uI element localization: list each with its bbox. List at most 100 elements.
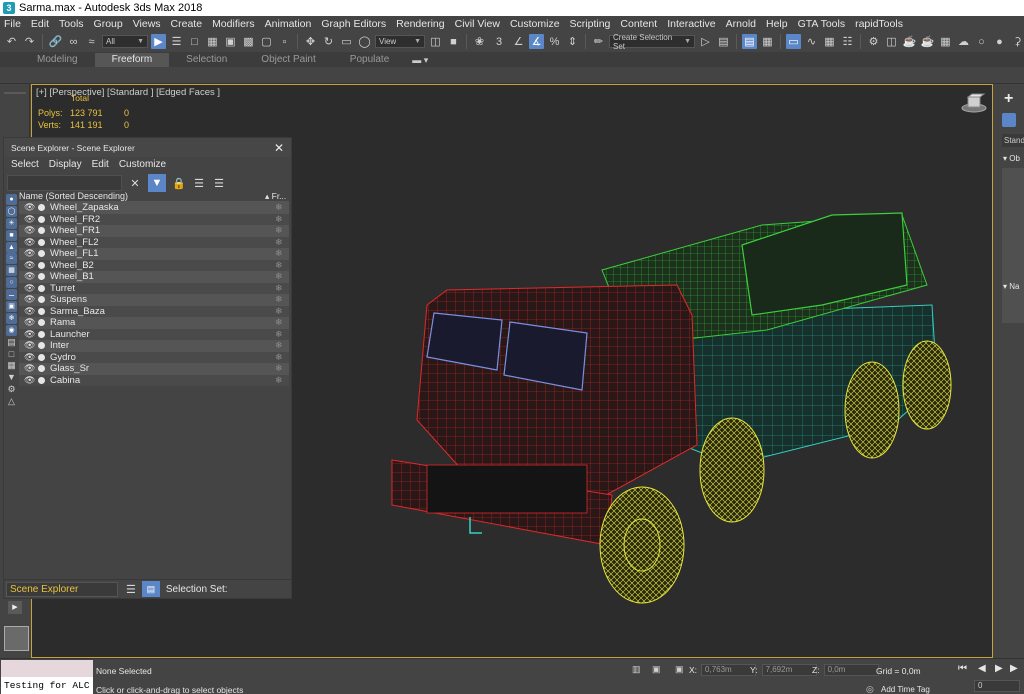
curve-editor-icon[interactable]: ∿ [804,34,819,49]
selection-filter-dropdown[interactable]: All ▼ [102,35,148,48]
lights-filter-icon[interactable]: ☀ [6,217,17,229]
isolate-selection-icon[interactable]: ▥ [632,664,641,675]
eye-icon[interactable]: 👁 [24,283,35,294]
lock-icon[interactable]: 🔒 [172,176,186,190]
eye-icon[interactable]: 👁 [24,363,35,374]
schematic-view-icon[interactable]: ▦ [822,34,837,49]
frozen-filter-icon[interactable]: ❄ [6,312,17,324]
ribbon-toggle-icon[interactable]: ▭ [786,34,801,49]
redo-icon[interactable]: ↷ [22,34,37,49]
snowflake-icon[interactable]: ❄ [275,363,289,374]
menu-create[interactable]: Create [171,18,203,30]
filter-settings-icon[interactable]: ⚙ [6,384,17,395]
list-item[interactable]: 👁 Wheel_FR1 ❄ [19,225,289,237]
cameras-filter-icon[interactable]: ■ [6,229,17,241]
menu-gta-tools[interactable]: GTA Tools [798,18,845,30]
move-icon[interactable]: ✥ [303,34,318,49]
snowflake-icon[interactable]: ❄ [275,306,289,317]
render-active-shade-icon[interactable]: ▦ [938,34,953,49]
spinner-snap-icon[interactable]: ⇕ [565,34,580,49]
hierarchy-icon[interactable]: ☰ [192,176,206,190]
display-none-icon[interactable]: □ [6,349,17,360]
paint-selection-icon[interactable]: ▣ [223,34,238,49]
list-item[interactable]: 👁 Suspens ❄ [19,294,289,306]
bind-space-warp-icon[interactable]: ≈ [84,34,99,49]
close-icon[interactable]: ✕ [274,141,284,155]
window-crossing-icon[interactable]: ▦ [205,34,220,49]
arnold-render-icon[interactable]: ○ [974,34,989,49]
tab-object-paint[interactable]: Object Paint [244,53,332,67]
x-field[interactable]: 0,763m [701,664,757,676]
search-input[interactable] [7,175,122,191]
object-type-rollout[interactable]: ▾ Ob [1003,154,1024,163]
eye-icon[interactable]: 👁 [24,214,35,225]
viewport-layout-icon[interactable] [4,626,29,651]
snowflake-icon[interactable]: ❄ [275,214,289,225]
arnold-light-icon[interactable]: ● [992,34,1007,49]
panel-grip[interactable] [4,92,26,94]
link-icon[interactable]: 🔗 [48,34,63,49]
list-item[interactable]: 👁 Gydro ❄ [19,351,289,363]
snowflake-icon[interactable]: ❄ [275,260,289,271]
hierarchy-collapse-icon[interactable]: ☰ [212,176,226,190]
invert-display-icon[interactable]: ▦ [6,360,17,371]
select-object-icon[interactable]: ▶ [151,34,166,49]
tab-freeform[interactable]: Freeform [94,53,170,67]
create-panel-icon[interactable]: + [1004,90,1013,108]
se-menu-select[interactable]: Select [11,159,39,170]
render-in-cloud-icon[interactable]: ☁ [956,34,971,49]
shapes-filter-icon[interactable]: ◯ [6,205,17,217]
containers-filter-icon[interactable]: ▣ [6,301,17,313]
eye-icon[interactable]: 👁 [24,306,35,317]
menu-help[interactable]: Help [766,18,788,30]
filter-icon[interactable]: ▼ [148,174,166,192]
clear-search-icon[interactable]: ✕ [128,176,142,190]
groups-filter-icon[interactable]: ▦ [6,265,17,277]
list-item[interactable]: 👁 Rama ❄ [19,317,289,329]
xrefs-filter-icon[interactable]: ○ [6,277,17,289]
eye-icon[interactable]: 👁 [24,340,35,351]
menu-interactive[interactable]: Interactive [667,18,715,30]
layer-explorer-icon[interactable]: ▦ [760,34,775,49]
se-menu-display[interactable]: Display [49,159,82,170]
play-icon[interactable]: ▶ [8,601,22,614]
geometry-tab-icon[interactable] [1002,113,1016,127]
snowflake-icon[interactable]: ❄ [275,375,289,386]
menu-graph-editors[interactable]: Graph Editors [321,18,386,30]
tab-populate[interactable]: Populate [333,53,406,67]
column-header-frozen[interactable]: ▴ Fr... [265,191,289,202]
column-header-name[interactable]: Name (Sorted Descending) [19,191,265,201]
arnold-lightbulb-icon[interactable]: ⚳ [1010,34,1024,49]
snowflake-icon[interactable]: ❄ [275,271,289,282]
list-item[interactable]: 👁 Inter ❄ [19,340,289,352]
list-item[interactable]: 👁 Wheel_B2 ❄ [19,259,289,271]
eye-icon[interactable]: 👁 [24,248,35,259]
rect-selection-region-icon[interactable]: □ [187,34,202,49]
next-frame-icon[interactable]: ▶ [1010,663,1018,674]
snowflake-icon[interactable]: ❄ [275,248,289,259]
eye-icon[interactable]: 👁 [24,329,35,340]
time-tag-icon[interactable]: ◎ [866,684,874,694]
snowflake-icon[interactable]: ❄ [275,283,289,294]
name-color-rollout[interactable]: ▾ Na [1003,282,1024,291]
menu-group[interactable]: Group [94,18,123,30]
eye-icon[interactable]: 👁 [24,237,35,248]
snowflake-icon[interactable]: ❄ [275,317,289,328]
menu-tools[interactable]: Tools [59,18,84,30]
snaps-toggle-icon[interactable]: 3 [490,34,508,49]
object-type-dropdown[interactable]: Standa [1002,134,1024,147]
list-item[interactable]: 👁 Cabina ❄ [19,374,289,386]
eye-icon[interactable]: 👁 [24,202,35,213]
select-by-name-icon[interactable]: ☰ [169,34,184,49]
pivot-center-icon[interactable]: ◫ [428,34,443,49]
list-item[interactable]: 👁 Wheel_Zapaska ❄ [19,202,289,214]
tab-selection[interactable]: Selection [169,53,244,67]
play-animation-icon[interactable]: ▶ [995,663,1003,674]
ribbon-options-icon[interactable]: ▬ ▾ [412,53,428,67]
se-menu-edit[interactable]: Edit [92,159,109,170]
snowflake-icon[interactable]: ❄ [275,352,289,363]
go-to-start-icon[interactable]: ⏮ [958,663,967,674]
display-all-icon[interactable]: ▤ [6,337,17,348]
helpers-filter-icon[interactable]: ▲ [6,241,17,253]
render-setup-icon[interactable]: ⚙ [866,34,881,49]
